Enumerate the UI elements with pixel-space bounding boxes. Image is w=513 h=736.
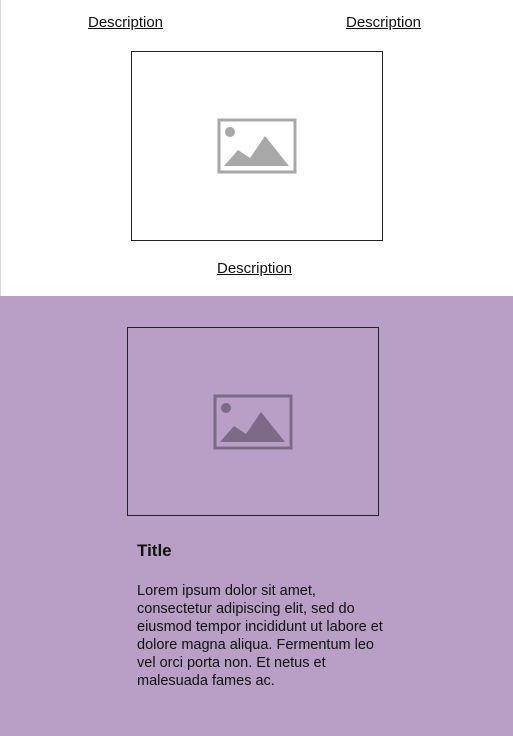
image-placeholder-icon [217,118,297,174]
image-placeholder-top [131,51,383,241]
image-placeholder-icon [213,394,293,449]
description-link-center[interactable]: Description [217,260,292,278]
image-placeholder-bottom [127,327,379,516]
left-divider [0,0,1,296]
description-link-left[interactable]: Description [88,14,163,32]
card-body-text: Lorem ipsum dolor sit amet, consectetur … [137,583,383,689]
description-link-right[interactable]: Description [346,14,421,32]
card-title: Title [137,541,172,560]
